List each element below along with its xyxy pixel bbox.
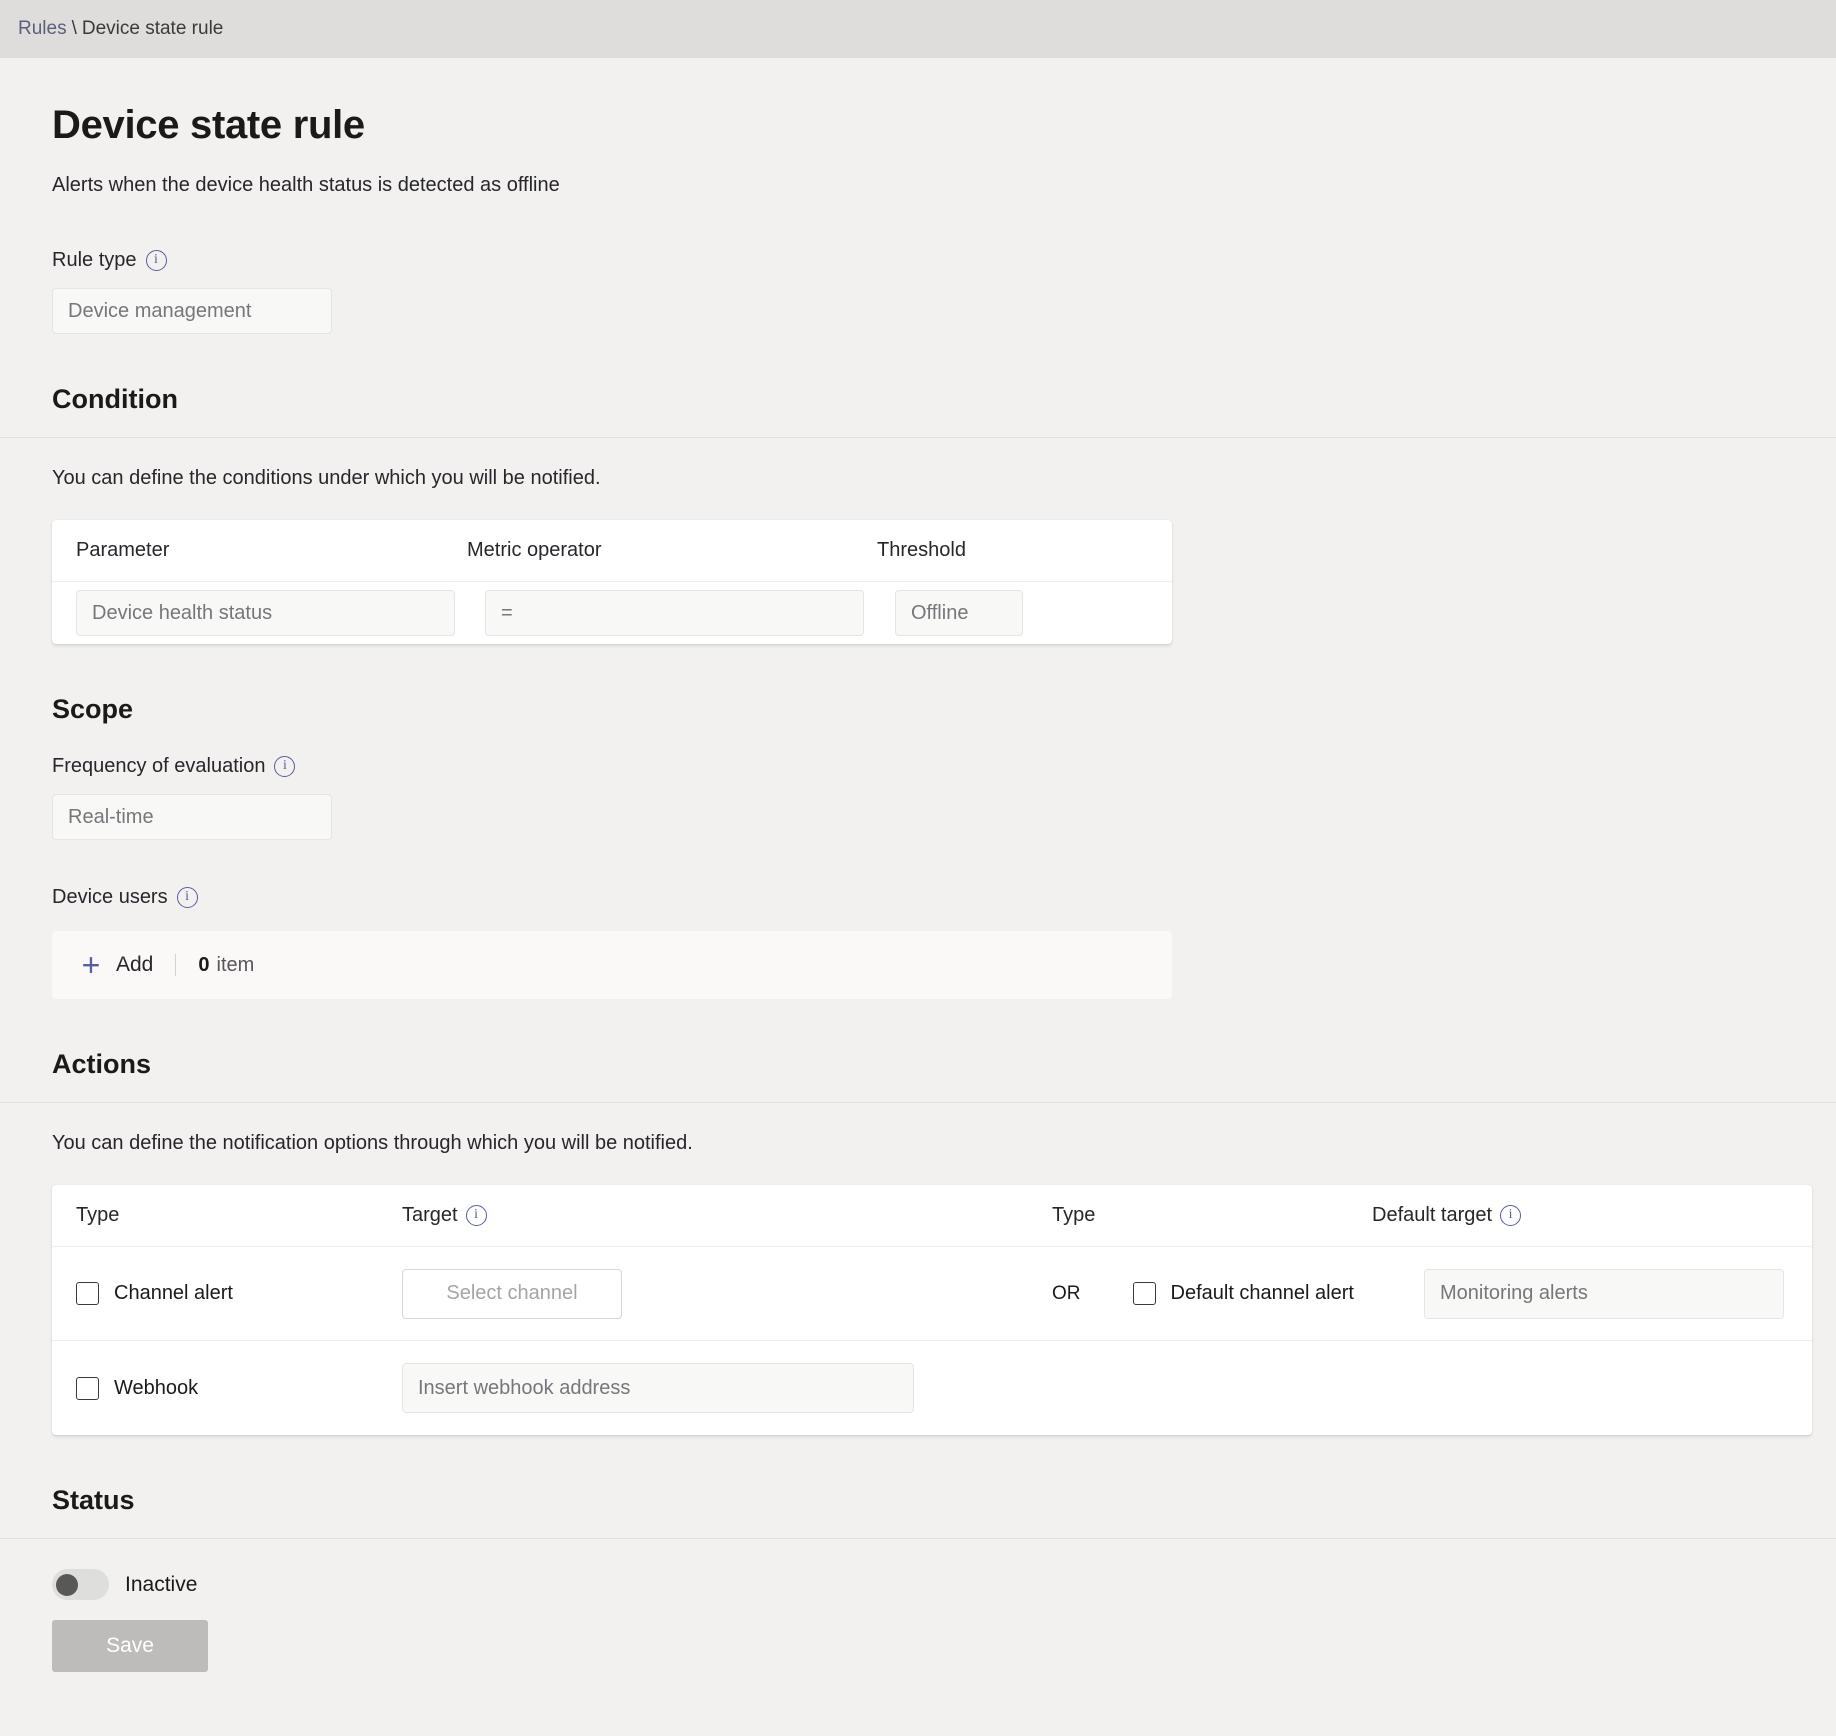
rule-type-input[interactable]: Device management (52, 288, 332, 334)
status-section-title: Status (52, 1485, 135, 1515)
channel-alert-checkbox[interactable] (76, 1282, 99, 1305)
column-header-default-target: Default target i (1372, 1204, 1812, 1227)
device-users-label-text: Device users (52, 886, 168, 908)
breadcrumb-link-rules[interactable]: Rules (18, 18, 67, 40)
column-header-threshold: Threshold (877, 539, 966, 561)
column-header-metric-operator: Metric operator (467, 539, 602, 561)
status-toggle[interactable] (52, 1569, 109, 1600)
scope-section-title: Scope (52, 694, 134, 724)
actions-table-row-channel-alert: Channel alert Select channel OR Default … (52, 1247, 1812, 1341)
or-label: OR (1052, 1282, 1081, 1304)
actions-table-row-webhook: Webhook Insert webhook address (52, 1341, 1812, 1435)
device-users-label: Device users i (52, 886, 1784, 909)
status-toggle-row: Inactive (52, 1569, 1784, 1600)
device-users-count-unit: item (216, 953, 255, 976)
page-subtitle: Alerts when the device health status is … (52, 174, 560, 196)
parameter-input[interactable]: Device health status (76, 590, 455, 636)
add-button[interactable]: Add (116, 953, 153, 977)
condition-table-row: Device health status = Offline (52, 582, 1172, 644)
info-icon[interactable]: i (176, 887, 198, 908)
plus-icon[interactable]: + (77, 949, 105, 981)
rule-type-label-text: Rule type (52, 249, 137, 271)
condition-description: You can define the conditions under whic… (52, 467, 601, 489)
column-header-target: Target i (402, 1204, 1052, 1227)
webhook-label: Webhook (114, 1376, 199, 1399)
info-icon[interactable]: i (1500, 1205, 1522, 1226)
column-header-type-right: Type (1052, 1204, 1096, 1226)
divider (175, 954, 177, 976)
info-icon[interactable]: i (274, 756, 296, 777)
webhook-address-cell: Insert webhook address (402, 1363, 1052, 1413)
status-divider (0, 1538, 1836, 1539)
default-channel-alert-group[interactable]: OR Default channel alert (1052, 1282, 1372, 1305)
channel-alert-checkbox-group[interactable]: Channel alert (52, 1282, 402, 1305)
webhook-address-input[interactable]: Insert webhook address (402, 1363, 914, 1413)
frequency-of-evaluation-label: Frequency of evaluation i (52, 755, 1784, 778)
column-header-target-text: Target (402, 1204, 458, 1226)
rule-type-label: Rule type i (52, 249, 1784, 272)
actions-description: You can define the notification options … (52, 1132, 693, 1154)
default-channel-alert-checkbox[interactable] (1132, 1282, 1156, 1305)
webhook-checkbox-group[interactable]: Webhook (52, 1376, 402, 1400)
frequency-label-text: Frequency of evaluation (52, 755, 266, 777)
condition-section-title: Condition (52, 384, 178, 414)
info-icon[interactable]: i (145, 250, 167, 271)
breadcrumb: Rules \ Device state rule (0, 0, 1836, 58)
condition-table-header: Parameter Metric operator Threshold (52, 520, 1172, 582)
condition-table: Parameter Metric operator Threshold Devi… (52, 520, 1172, 644)
breadcrumb-separator: \ (71, 18, 77, 39)
actions-table: Type Target i Type Default target i Chan… (52, 1185, 1812, 1435)
threshold-input[interactable]: Offline (895, 590, 1023, 636)
frequency-of-evaluation-input[interactable]: Real-time (52, 794, 332, 840)
page-title: Device state rule (52, 103, 365, 147)
save-button[interactable]: Save (52, 1620, 208, 1672)
default-channel-alert-label: Default channel alert (1170, 1282, 1354, 1304)
actions-section-title: Actions (52, 1049, 152, 1079)
webhook-checkbox[interactable] (76, 1376, 99, 1400)
actions-divider (0, 1102, 1836, 1103)
select-channel-button[interactable]: Select channel (402, 1268, 622, 1319)
status-toggle-label: Inactive (125, 1572, 198, 1596)
condition-divider (0, 437, 1836, 438)
column-header-type-left: Type (76, 1204, 120, 1226)
page-content: Device state rule Alerts when the device… (0, 103, 1836, 1672)
toggle-knob (56, 1573, 78, 1596)
column-header-default-target-text: Default target (1372, 1204, 1493, 1226)
actions-table-header: Type Target i Type Default target i (52, 1185, 1812, 1247)
default-target-input[interactable]: Monitoring alerts (1424, 1268, 1784, 1319)
metric-operator-input[interactable]: = (485, 590, 864, 636)
channel-alert-label: Channel alert (114, 1282, 233, 1304)
select-channel-cell: Select channel (402, 1268, 1052, 1319)
column-header-parameter: Parameter (76, 539, 170, 561)
info-icon[interactable]: i (465, 1205, 487, 1226)
default-target-cell: Monitoring alerts (1372, 1268, 1812, 1319)
device-users-count: 0 (198, 953, 210, 976)
breadcrumb-current: Device state rule (81, 18, 224, 39)
device-users-add-bar: + Add 0 item (52, 931, 1172, 999)
